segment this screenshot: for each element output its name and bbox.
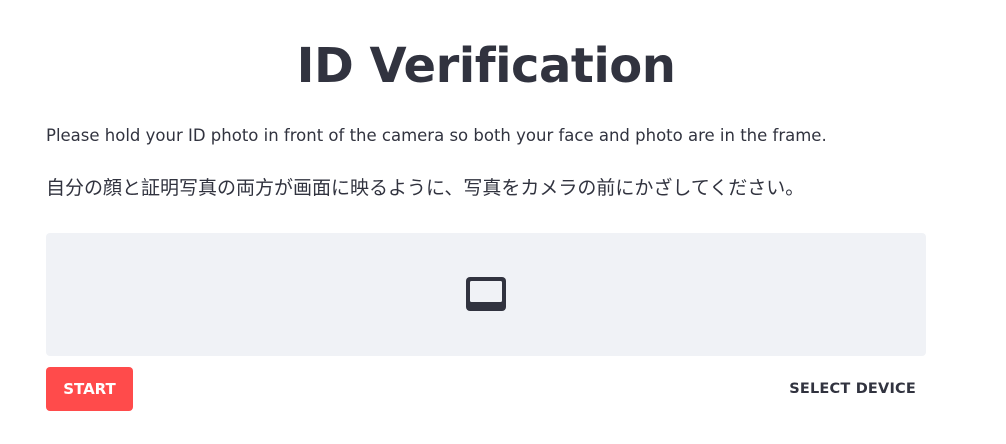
instruction-text-english: Please hold your ID photo in front of th…: [46, 126, 827, 145]
page-title: ID Verification: [296, 38, 676, 94]
id-verification-page: ID Verification Please hold your ID phot…: [0, 0, 1006, 444]
select-device-button[interactable]: SELECT DEVICE: [781, 367, 924, 411]
start-button[interactable]: START: [46, 367, 133, 411]
camera-preview: [46, 233, 926, 356]
instruction-text-japanese: 自分の顔と証明写真の両方が画面に映るように、写真をカメラの前にかざしてください。: [46, 177, 805, 199]
video-off-icon: [466, 277, 506, 311]
